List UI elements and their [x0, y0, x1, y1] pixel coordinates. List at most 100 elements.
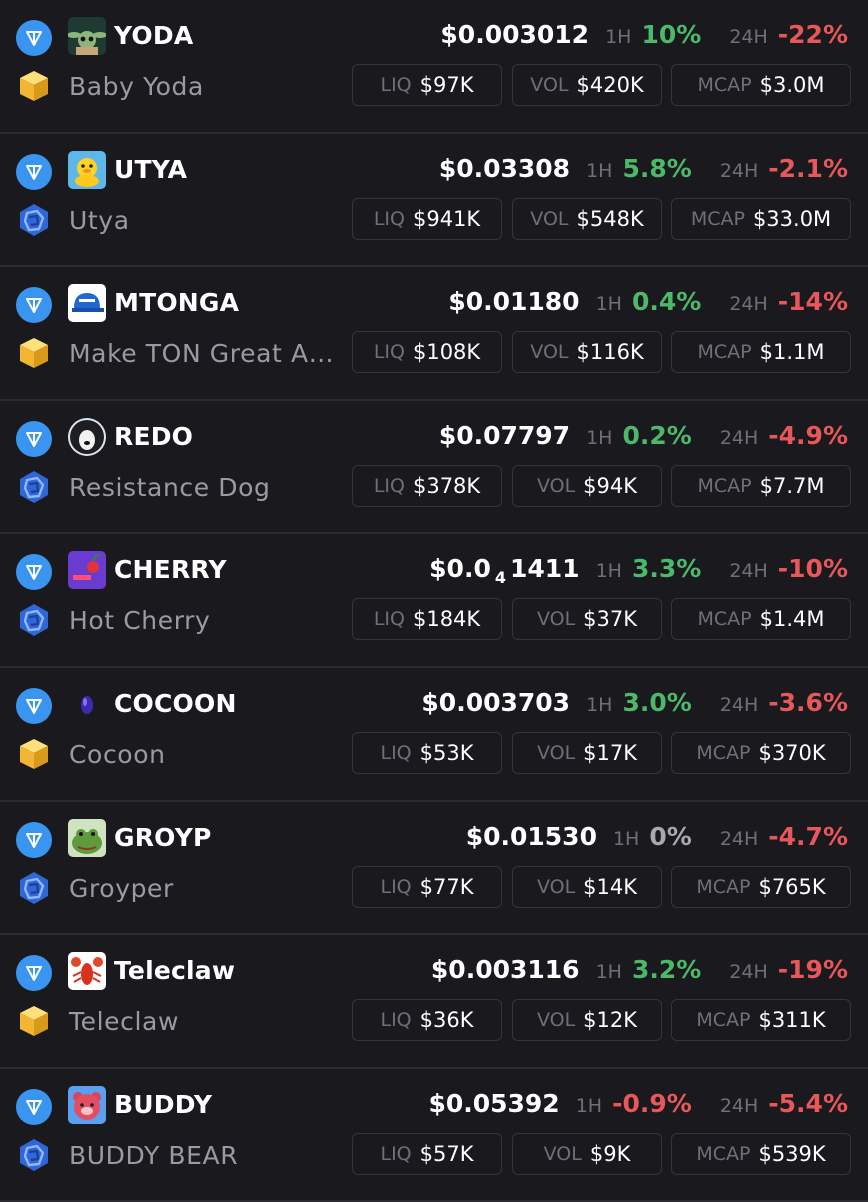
market-cap-box: MCAP $539K: [671, 1132, 851, 1175]
vol-label: VOL: [543, 1142, 582, 1165]
liquidity-box: LIQ $77K: [352, 865, 502, 908]
h24-change: -14%: [777, 287, 848, 317]
h1-change: 3.3%: [631, 554, 702, 584]
ton-chain-icon: [16, 420, 52, 457]
bear-avatar: [68, 1085, 106, 1124]
volume-box: VOL $94K: [512, 464, 662, 507]
mcap-label: MCAP: [697, 608, 752, 631]
liq-label: LIQ: [373, 608, 405, 631]
h24-change: -5.4%: [768, 1088, 848, 1118]
token-price: $0.03308: [438, 153, 571, 183]
cocoon-avatar: [68, 685, 106, 723]
token-row[interactable]: MTONGA $0.01180 1H 0.4% 24H -14% Make TON Grea…: [0, 267, 868, 401]
h24-label: 24H: [719, 694, 759, 716]
price-bar: $0.003012 1H 10% 24H -22%: [440, 18, 848, 54]
h1-change: 10%: [641, 20, 702, 49]
vol-value: $420K: [576, 73, 644, 97]
h24-change: -4.7%: [768, 821, 848, 851]
volume-box: VOL $12K: [512, 999, 662, 1042]
h1-change: 3.0%: [622, 688, 692, 717]
liq-value: $53K: [419, 741, 474, 765]
liq-label: LIQ: [373, 474, 405, 497]
price-bar: $0.07797 1H 0.2% 24H -4.9%: [439, 419, 848, 455]
token-row[interactable]: UTYA $0.03308 1H 5.8% 24H -2.1% Utya LIQ $941K VO…: [0, 134, 868, 268]
ton-chain-icon: [16, 688, 52, 724]
liq-label: LIQ: [373, 207, 405, 230]
token-name: BUDDY BEAR: [69, 1140, 239, 1170]
dedust-dex-icon: [16, 202, 52, 238]
liq-value: $378K: [412, 473, 481, 498]
token-symbol: MTONGA: [114, 288, 240, 318]
h1-label: 1H: [595, 961, 622, 984]
token-symbol: Teleclaw: [114, 956, 236, 986]
baby-yoda-avatar: [68, 17, 106, 55]
token-price: $0.0 4 1411: [429, 552, 579, 595]
mcap-value: $311K: [758, 1008, 826, 1033]
price-bar: $0.01530 1H 0% 24H -4.7%: [466, 820, 848, 856]
token-symbol: YODA: [114, 21, 194, 50]
token-price: $0.01180: [448, 287, 580, 317]
stonfi-dex-icon: [16, 68, 52, 104]
price-bar: $0.01180 1H 0.4% 24H -14%: [448, 285, 848, 321]
mcap-label: MCAP: [697, 474, 752, 497]
token-name: Teleclaw: [69, 1007, 179, 1037]
ton-chain-icon: [16, 287, 52, 324]
token-row[interactable]: BUDDY $0.05392 1H -0.9% 24H -5.4% BUDDY BEAR LI…: [0, 1069, 868, 1202]
mcap-label: MCAP: [690, 207, 745, 230]
h24-label: 24H: [719, 159, 759, 182]
h1-label: 1H: [595, 293, 622, 316]
token-price: $0.003703: [421, 688, 571, 717]
token-price: $0.003116: [430, 955, 580, 985]
vol-value: $12K: [583, 1008, 638, 1033]
mcap-label: MCAP: [697, 74, 752, 96]
price-tail: 1411: [509, 554, 580, 584]
liquidity-box: LIQ $97K: [352, 64, 502, 106]
liquidity-box: LIQ $378K: [352, 464, 502, 507]
liq-value: $36K: [419, 1008, 474, 1033]
token-name: Utya: [69, 205, 130, 235]
price-zero-count: 4: [494, 568, 506, 588]
token-name: Resistance Dog: [69, 472, 271, 502]
liq-value: $184K: [412, 607, 481, 632]
ton-chain-icon: [16, 554, 52, 591]
vol-label: VOL: [530, 341, 569, 364]
vol-value: $37K: [583, 607, 638, 632]
market-cap-box: MCAP $33.0M: [671, 197, 851, 240]
token-name: Hot Cherry: [69, 606, 211, 636]
token-symbol: GROYP: [114, 822, 212, 852]
ton-chain-icon: [16, 821, 52, 858]
token-symbol: UTYA: [114, 154, 188, 184]
dog-avatar: [68, 417, 106, 456]
mcap-value: $370K: [758, 741, 826, 765]
h24-change: -10%: [777, 554, 848, 584]
h1-label: 1H: [586, 426, 613, 449]
token-row[interactable]: Teleclaw $0.003116 1H 3.2% 24H -19% Teleclaw LI…: [0, 935, 868, 1069]
price-bar: $0.03308 1H 5.8% 24H -2.1%: [439, 152, 848, 188]
liquidity-box: LIQ $57K: [352, 1132, 502, 1175]
price-bar: $0.0 4 1411 1H 3.3% 24H -10%: [429, 552, 848, 595]
token-row[interactable]: REDO $0.07797 1H 0.2% 24H -4.9% Resistance Dog…: [0, 401, 868, 535]
h24-change: -19%: [777, 955, 848, 985]
liq-label: LIQ: [380, 1009, 412, 1032]
vol-label: VOL: [536, 1009, 576, 1032]
token-symbol: CHERRY: [114, 555, 227, 585]
vol-label: VOL: [536, 875, 576, 898]
token-row[interactable]: YODA $0.003012 1H 10% 24H -22% Baby Yoda LIQ $97…: [0, 0, 868, 134]
liq-label: LIQ: [380, 74, 412, 96]
h24-label: 24H: [729, 293, 768, 316]
h1-change: 0%: [649, 821, 692, 851]
frog-avatar: [68, 818, 106, 857]
vol-value: $548K: [576, 206, 644, 231]
vol-value: $94K: [583, 473, 638, 498]
token-row[interactable]: COCOON $0.003703 1H 3.0% 24H -3.6% Cocoon LIQ $5…: [0, 668, 868, 802]
liquidity-box: LIQ $184K: [352, 598, 502, 641]
vol-label: VOL: [536, 608, 576, 631]
blue-cap-avatar: [68, 284, 106, 323]
price-bar: $0.05392 1H -0.9% 24H -5.4%: [428, 1087, 848, 1123]
market-cap-box: MCAP $7.7M: [671, 464, 851, 507]
token-row[interactable]: CHERRY $0.0 4 1411 1H 3.3% 24H -10% Hot Cherry LI…: [0, 534, 868, 668]
h24-change: -3.6%: [768, 688, 848, 717]
token-row[interactable]: GROYP $0.01530 1H 0% 24H -4.7% Groyper LIQ $77K V…: [0, 802, 868, 936]
token-price: $0.07797: [438, 420, 571, 450]
h24-change: -22%: [777, 20, 848, 49]
